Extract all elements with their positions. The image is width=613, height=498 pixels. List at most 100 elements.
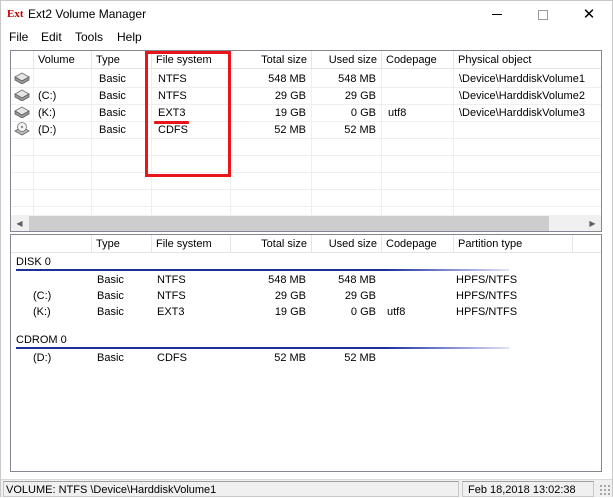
cell-used-size: 29 GB [344, 290, 376, 302]
group-label: DISK 0 [16, 256, 51, 268]
column-header-name[interactable] [11, 235, 92, 253]
column-header-type[interactable]: Type [92, 235, 152, 253]
cell-type: Basic [99, 73, 126, 85]
column-header-filler [573, 235, 601, 253]
cell-physical-object [455, 122, 601, 138]
cell-total-size: 52 MB [274, 352, 306, 364]
group-label: CDROM 0 [16, 334, 67, 346]
scroll-right-button[interactable]: ▶ [584, 215, 601, 231]
column-header-total-size[interactable]: Total size [231, 235, 312, 253]
cell-physical-object: \Device\HarddiskVolume2 [459, 90, 585, 102]
maximize-button[interactable] [520, 1, 566, 28]
cell-total-size: 29 GB [274, 90, 306, 102]
cell-volume: (K:) [33, 306, 51, 318]
status-volume: VOLUME: NTFS \Device\HarddiskVolume1 [3, 481, 459, 497]
cell-codepage [384, 71, 453, 87]
scrollbar-thumb[interactable] [29, 216, 549, 231]
hard-disk-icon [14, 89, 30, 101]
hard-disk-icon [14, 106, 30, 118]
column-header-icon[interactable] [11, 51, 34, 69]
cell-codepage: utf8 [387, 306, 406, 318]
cdrom-icon [14, 122, 30, 136]
app-icon: Ext [7, 8, 24, 20]
cell-file-system: EXT3 [157, 306, 185, 318]
column-header-type[interactable]: Type [92, 51, 152, 69]
grid-line [381, 69, 382, 215]
volume-list[interactable]: Volume Type File system Total size Used … [10, 50, 602, 232]
minimize-button[interactable] [474, 1, 520, 28]
cell-used-size: 0 GB [350, 306, 376, 318]
cell-total-size: 29 GB [274, 290, 306, 302]
horizontal-scrollbar[interactable]: ◀ ▶ [11, 215, 601, 231]
triangle-left-icon: ◀ [16, 219, 23, 228]
grid-line [453, 69, 454, 215]
menu-bar: File Edit Tools Help [1, 28, 612, 47]
column-header-partition-type[interactable]: Partition type [454, 235, 573, 253]
cell-volume [29, 272, 89, 288]
cell-codepage [384, 88, 453, 104]
resize-grip-icon[interactable] [599, 484, 610, 495]
grid-line [11, 206, 601, 207]
cell-codepage [383, 288, 453, 304]
column-header-used-size[interactable]: Used size [312, 235, 382, 253]
status-datetime: Feb 18,2018 13:02:38 [462, 481, 594, 497]
cell-volume: (D:) [33, 352, 52, 364]
title-bar[interactable]: Ext Ext2 Volume Manager ✕ [1, 1, 612, 28]
cell-type: Basic [99, 107, 126, 119]
menu-tools[interactable]: Tools [75, 30, 103, 45]
cell-type: Basic [99, 90, 126, 102]
disk-list[interactable]: Type File system Total size Used size Co… [10, 234, 602, 472]
cell-partition-type: HPFS/NTFS [456, 290, 518, 302]
cell-used-size: 52 MB [344, 124, 376, 136]
cell-type: Basic [97, 274, 124, 286]
volume-list-header: Volume Type File system Total size Used … [11, 51, 601, 69]
menu-file[interactable]: File [9, 30, 28, 45]
cell-partition-type [452, 350, 572, 366]
column-header-used-size[interactable]: Used size [312, 51, 382, 69]
highlight-box [145, 51, 231, 177]
cell-physical-object: \Device\HarddiskVolume1 [459, 73, 585, 85]
cell-volume [34, 71, 92, 87]
cell-volume: (C:) [38, 90, 57, 102]
cell-partition-type: HPFS/NTFS [456, 306, 518, 318]
cell-total-size: 548 MB [268, 73, 306, 85]
scroll-left-button[interactable]: ◀ [11, 215, 28, 231]
column-header-codepage[interactable]: Codepage [382, 235, 454, 253]
disk-list-header: Type File system Total size Used size Co… [11, 235, 601, 253]
cell-codepage [383, 272, 453, 288]
column-header-physical-object[interactable]: Physical object [454, 51, 601, 69]
cell-total-size: 548 MB [268, 274, 306, 286]
cell-total-size: 19 GB [274, 306, 306, 318]
minimize-icon [492, 14, 502, 15]
cell-codepage [383, 350, 453, 366]
highlight-underline [154, 121, 189, 124]
grid-line [11, 138, 601, 139]
triangle-right-icon: ▶ [589, 219, 596, 228]
column-header-file-system[interactable]: File system [152, 235, 231, 253]
close-button[interactable]: ✕ [566, 1, 612, 28]
cell-used-size: 0 GB [350, 107, 376, 119]
cell-file-system: NTFS [157, 274, 186, 286]
grid-line [11, 189, 601, 190]
cell-volume: (C:) [33, 290, 52, 302]
column-header-volume[interactable]: Volume [34, 51, 92, 69]
column-header-codepage[interactable]: Codepage [382, 51, 454, 69]
cell-file-system: CDFS [157, 352, 187, 364]
main-window: Ext Ext2 Volume Manager ✕ File Edit Tool… [0, 0, 613, 497]
cell-used-size: 548 MB [338, 73, 376, 85]
maximize-icon [538, 9, 548, 20]
cell-type: Basic [99, 124, 126, 136]
menu-edit[interactable]: Edit [41, 30, 62, 45]
hard-disk-icon [14, 72, 30, 84]
cell-codepage: utf8 [388, 107, 407, 119]
grid-line [11, 155, 601, 156]
cell-physical-object: \Device\HarddiskVolume3 [459, 107, 585, 119]
window-title: Ext2 Volume Manager [28, 7, 147, 21]
cell-total-size: 19 GB [274, 107, 306, 119]
cell-used-size: 52 MB [344, 352, 376, 364]
column-header-total-size[interactable]: Total size [231, 51, 312, 69]
menu-help[interactable]: Help [117, 30, 142, 45]
cell-volume: (K:) [38, 107, 56, 119]
cell-total-size: 52 MB [274, 124, 306, 136]
cell-type: Basic [97, 306, 124, 318]
